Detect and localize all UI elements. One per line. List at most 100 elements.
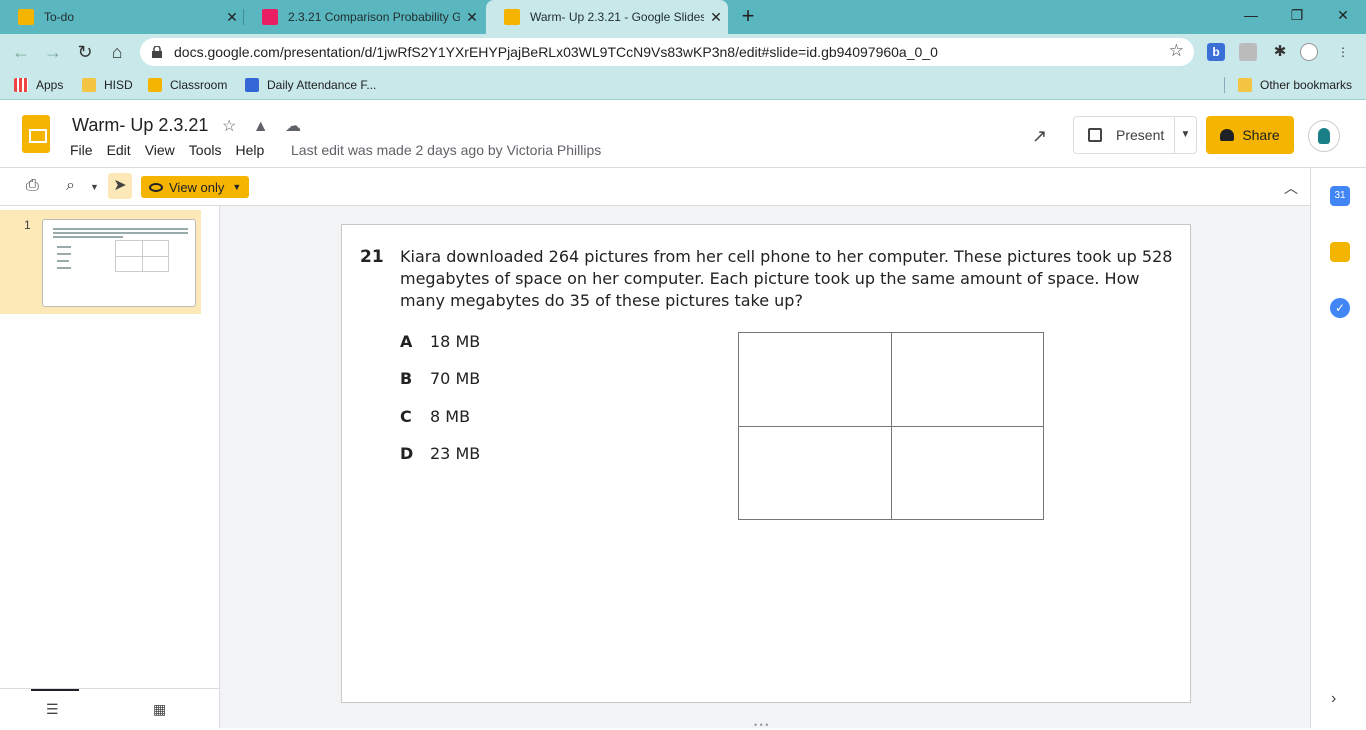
choice-letter: D [400,444,414,463]
browser-tab-strip: To-do ✕ 2.3.21 Comparison Probability Ga… [0,0,1366,34]
account-avatar[interactable] [1308,120,1340,152]
reload-icon[interactable]: ↻ [72,40,98,64]
restore-icon[interactable]: ❐ [1274,0,1320,30]
extension-b-icon[interactable]: b [1207,43,1225,61]
menu-help[interactable]: Help [235,142,264,158]
zoom-icon[interactable]: ⌕ [66,177,75,195]
home-icon[interactable]: ⌂ [104,40,130,64]
slide-thumbnail-selected[interactable]: 1 [0,210,201,314]
profile-icon[interactable] [1300,43,1318,61]
choice-text: 8 MB [430,407,471,426]
slides-logo-icon[interactable] [22,115,50,153]
share-button[interactable]: Share [1206,116,1294,154]
form-icon [245,78,259,92]
calendar-icon[interactable]: 31 [1330,186,1350,206]
browser-menu-icon[interactable]: ⋮ [1334,43,1352,61]
extensions-puzzle-icon[interactable]: ✱ [1271,43,1289,61]
expand-side-panel-icon[interactable]: › [1331,690,1336,708]
apps-grid-icon [14,78,28,92]
eye-icon [149,182,163,192]
zoom-dropdown-icon[interactable]: ▼ [90,182,99,192]
browser-toolbar: ← → ↻ ⌂ docs.google.com/presentation/d/1… [0,34,1366,70]
keep-icon[interactable] [1330,242,1350,262]
bookmark-classroom[interactable]: Classroom [148,76,227,94]
document-title[interactable]: Warm- Up 2.3.21 [72,115,208,136]
classroom-favicon-icon [18,9,34,25]
cloud-saved-icon[interactable]: ☁ [285,118,301,135]
menu-view[interactable]: View [145,142,175,158]
ratio-table-grid [738,332,1044,520]
bookmark-label: Other bookmarks [1260,78,1353,92]
menu-bar: File Edit View Tools Help [70,142,278,158]
view-only-button[interactable]: View only ▼ [141,176,249,198]
folder-icon [1238,78,1252,92]
extension-grey-icon[interactable] [1239,43,1257,61]
bookmark-label: HISD [104,78,133,92]
active-view-indicator [31,689,79,691]
slides-header: Warm- Up 2.3.21 ☆ ▲ ☁ File Edit View Too… [0,102,1366,168]
activity-dashboard-icon[interactable]: ↗ [1032,126,1047,147]
star-icon[interactable]: ☆ [222,118,236,135]
close-window-icon[interactable]: ✕ [1320,0,1366,30]
bookmark-star-icon[interactable]: ☆ [1169,41,1184,61]
move-to-drive-icon[interactable]: ▲ [253,118,269,135]
slide-thumbnail[interactable] [42,219,196,307]
view-only-label: View only [169,179,225,195]
classroom-icon [148,78,162,92]
menu-edit[interactable]: Edit [107,142,131,158]
present-button[interactable]: Present ▼ [1073,116,1197,154]
choice-letter: A [400,332,413,351]
bookmark-label: Apps [36,78,64,92]
present-icon [1088,128,1102,142]
address-bar[interactable]: docs.google.com/presentation/d/1jwRfS2Y1… [140,38,1194,66]
slide[interactable]: 21 Kiara downloaded 264 pictures from he… [341,224,1191,703]
view-only-dropdown-icon: ▼ [232,182,242,192]
answer-choice-a: A 18 MB [400,332,480,351]
lock-icon [152,46,162,58]
new-tab-button[interactable]: + [736,4,760,28]
forms-favicon-icon [262,9,278,25]
answer-choice-b: B 70 MB [400,369,480,388]
browser-tab-slides[interactable]: Warm- Up 2.3.21 - Google Slides ✕ [486,0,728,34]
close-tab-icon[interactable]: ✕ [220,9,244,26]
minimize-icon[interactable]: — [1228,0,1274,30]
print-icon[interactable]: ⎙ [26,177,39,195]
title-icons: ☆ ▲ ☁ [222,116,301,136]
bookmark-separator [1224,77,1225,93]
browser-tab-comparison[interactable]: 2.3.21 Comparison Probability Ga ✕ [244,0,484,34]
menu-tools[interactable]: Tools [189,142,222,158]
browser-tab-todo[interactable]: To-do ✕ [0,0,244,34]
question-number: 21 [360,247,384,267]
bookmarks-bar: Apps HISD Classroom Daily Attendance F..… [0,70,1366,100]
bookmark-hisd[interactable]: HISD [82,76,133,94]
select-cursor-icon[interactable]: ➤ [108,173,132,199]
grid-view-icon[interactable]: ▦ [153,701,166,718]
last-edit-link[interactable]: Last edit was made 2 days ago by Victori… [291,142,601,158]
slide-canvas: 21 Kiara downloaded 264 pictures from he… [220,206,1310,728]
present-label: Present [1116,127,1165,143]
bookmark-label: Daily Attendance F... [267,78,377,92]
answer-choice-d: D 23 MB [400,444,480,463]
present-dropdown-icon[interactable]: ▼ [1174,117,1196,153]
tasks-icon[interactable]: ✓ [1330,298,1350,318]
bookmark-daily-attendance[interactable]: Daily Attendance F... [245,76,376,94]
filmstrip-view-switcher: ☰ ▦ [0,688,219,728]
choice-text: 23 MB [430,444,481,463]
choice-text: 70 MB [430,369,481,388]
bookmark-apps[interactable]: Apps [14,76,63,94]
back-icon[interactable]: ← [8,40,34,64]
slide-filmstrip: 1 ☰ ▦ [0,206,220,728]
forward-icon[interactable]: → [40,40,66,64]
close-tab-icon[interactable]: ✕ [460,9,484,26]
collapse-header-icon[interactable]: ︿ [1284,178,1298,198]
bookmark-other[interactable]: Other bookmarks [1238,76,1352,94]
filmstrip-view-icon[interactable]: ☰ [46,701,59,718]
tab-title: Warm- Up 2.3.21 - Google Slides [530,10,704,24]
url-text: docs.google.com/presentation/d/1jwRfS2Y1… [174,44,938,60]
share-label: Share [1242,127,1280,143]
close-tab-icon[interactable]: ✕ [704,9,728,26]
speaker-notes-resize-handle[interactable]: • • • [754,720,768,730]
answer-choice-c: C 8 MB [400,407,470,426]
tab-title: To-do [44,10,75,24]
menu-file[interactable]: File [70,142,93,158]
